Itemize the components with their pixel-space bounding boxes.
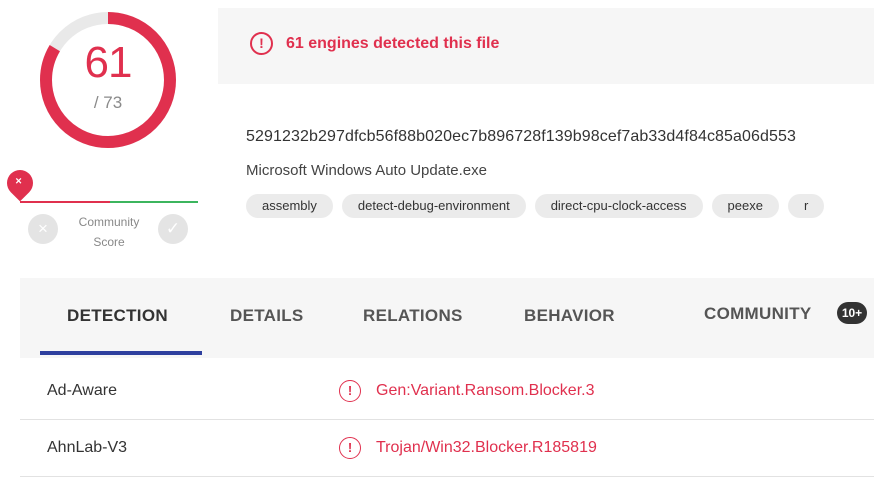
community-score-label: Community Score xyxy=(78,215,140,249)
file-hash[interactable]: 5291232b297dfcb56f88b020ec7b896728f139b9… xyxy=(246,128,796,146)
tab-behavior[interactable]: BEHAVIOR xyxy=(524,306,615,326)
tab-community[interactable]: COMMUNITY xyxy=(704,304,812,324)
detected-count: 61 xyxy=(84,38,133,87)
engine-name: Ad-Aware xyxy=(47,382,117,399)
alert-icon: ! xyxy=(250,32,273,55)
detection-result: Gen:Variant.Ransom.Blocker.3 xyxy=(376,382,595,399)
detection-score-gauge: 61 / 73 xyxy=(34,6,182,154)
file-name: Microsoft Windows Auto Update.exe xyxy=(246,162,487,179)
downvote-button[interactable]: × xyxy=(28,214,58,244)
tab-details[interactable]: DETAILS xyxy=(230,306,304,326)
tag-assembly[interactable]: assembly xyxy=(246,194,333,218)
engine-name: AhnLab-V3 xyxy=(47,439,128,456)
active-tab-indicator xyxy=(40,351,202,355)
tab-relations[interactable]: RELATIONS xyxy=(363,306,463,326)
tab-detection[interactable]: DETECTION xyxy=(67,306,168,326)
tag-direct-cpu-clock-access[interactable]: direct-cpu-clock-access xyxy=(534,194,703,218)
community-score-positive-bar xyxy=(110,201,198,203)
community-count-badge: 10+ xyxy=(837,302,867,324)
tag-peexe[interactable]: peexe xyxy=(711,194,779,218)
tag-truncated[interactable]: r xyxy=(787,194,825,218)
alert-icon: ! xyxy=(339,437,361,459)
file-tags: assembly detect-debug-environment direct-c… xyxy=(246,194,833,218)
community-score-negative-bar xyxy=(20,201,110,203)
alert-icon: ! xyxy=(339,380,361,402)
total-engines: / 73 xyxy=(93,93,123,112)
community-score-marker: × xyxy=(1,164,39,202)
tab-bar: DETECTION DETAILS RELATIONS BEHAVIOR COM… xyxy=(20,278,874,358)
detection-row: Ad-Aware ! Gen:Variant.Ransom.Blocker.3 xyxy=(20,364,874,420)
detection-summary: 61 engines detected this file xyxy=(286,35,500,52)
detection-row: AhnLab-V3 ! Trojan/Win32.Blocker.R185819 xyxy=(20,421,874,477)
detection-result: Trojan/Win32.Blocker.R185819 xyxy=(376,439,597,456)
check-icon: ✓ xyxy=(165,219,181,238)
upvote-button[interactable]: ✓ xyxy=(158,214,188,244)
close-icon: × xyxy=(15,175,22,188)
tag-detect-debug-environment[interactable]: detect-debug-environment xyxy=(341,194,526,218)
detection-banner: ! 61 engines detected this file xyxy=(218,8,874,84)
close-icon: × xyxy=(38,219,48,238)
